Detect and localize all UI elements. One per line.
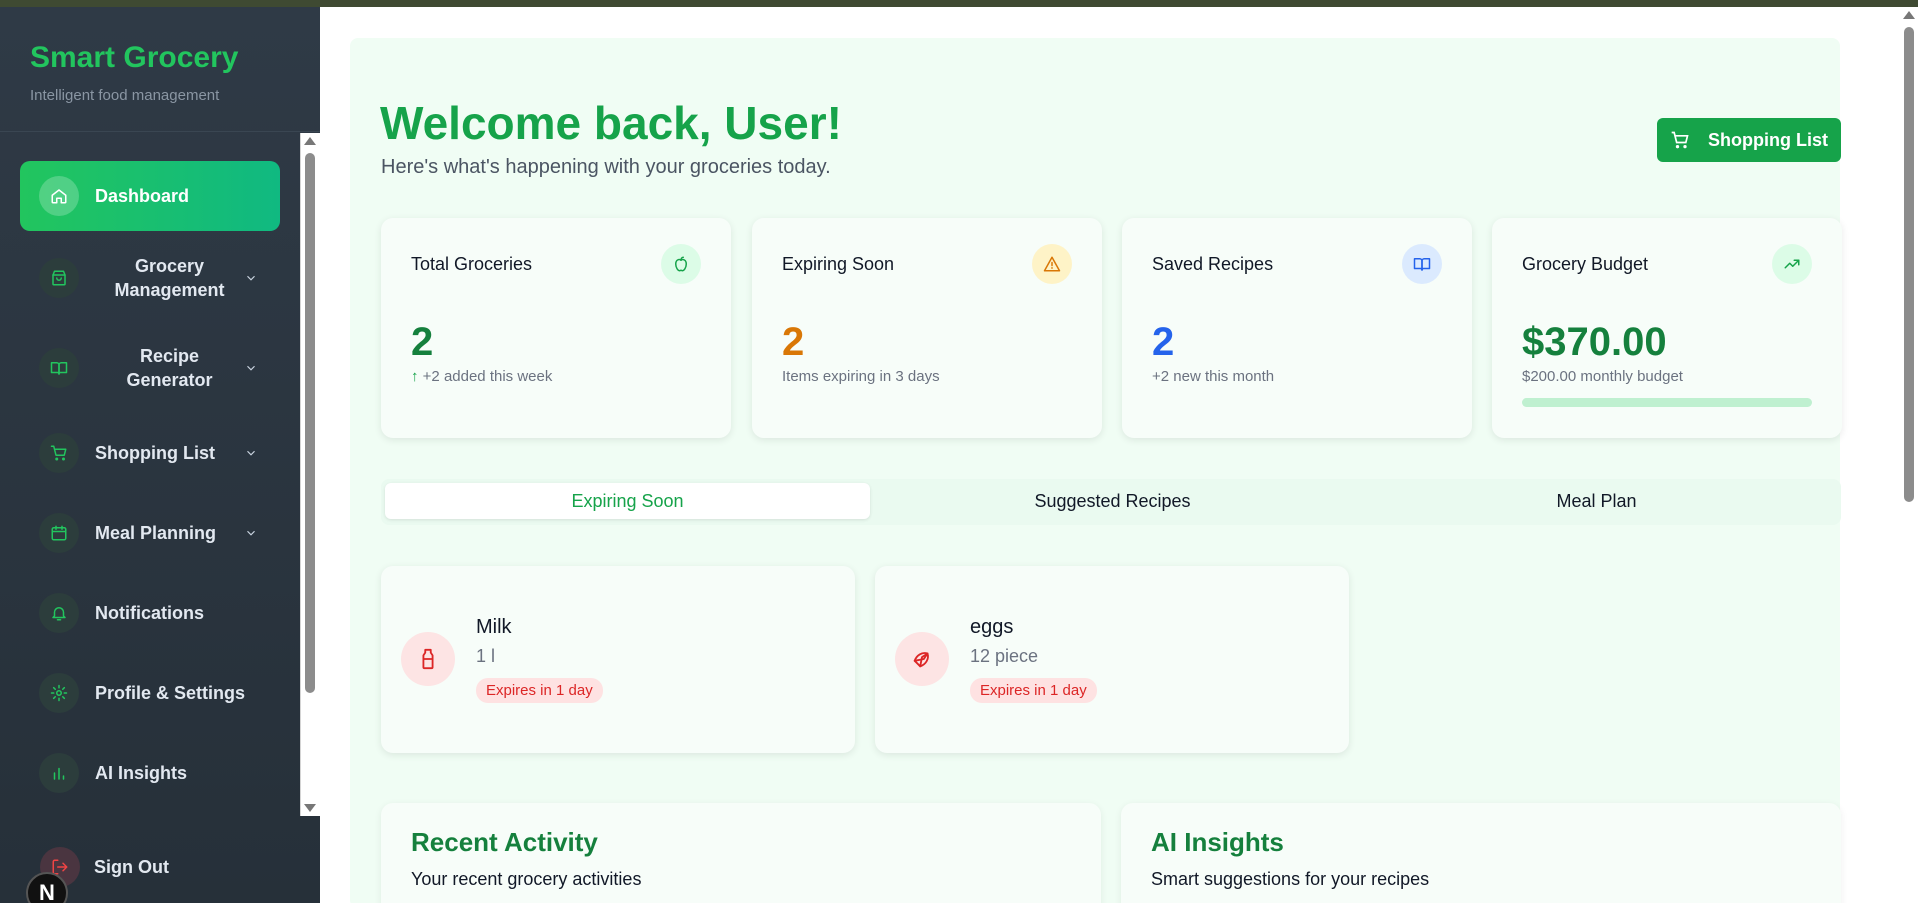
stat-title: Saved Recipes — [1152, 254, 1274, 274]
scroll-up-arrow[interactable] — [1903, 11, 1915, 19]
sidebar: Smart Grocery Intelligent food managemen… — [0, 7, 320, 903]
sidebar-item-recipe-generator[interactable]: Recipe Generator — [20, 333, 280, 403]
sidebar-item-ai-insights[interactable]: AI Insights — [20, 743, 280, 803]
stat-title: Total Groceries — [411, 254, 533, 274]
stat-note: Items expiring in 3 days — [782, 368, 940, 385]
trending-up-icon — [1772, 244, 1812, 284]
sidebar-item-label: Meal Planning — [95, 522, 217, 543]
sign-out-label: Sign Out — [94, 856, 169, 877]
chevron-down-icon[interactable] — [244, 526, 258, 540]
budget-progress-bar — [1522, 398, 1812, 407]
list-item[interactable]: Milk 1 l Expires in 1 day — [381, 566, 855, 753]
recent-activity-card: Recent Activity Your recent grocery acti… — [381, 803, 1101, 903]
bar-chart-icon — [39, 753, 79, 793]
section-subtitle: Smart suggestions for your recipes — [1151, 869, 1430, 889]
bell-icon — [39, 593, 79, 633]
section-title: Recent Activity — [411, 827, 598, 857]
dashboard-tabs: Expiring Soon Suggested Recipes Meal Pla… — [381, 479, 1841, 525]
stat-value: 2 — [1152, 320, 1175, 364]
page-subtitle: Here's what's happening with your grocer… — [381, 156, 831, 178]
arrow-up-icon: ↑ — [411, 368, 419, 385]
brand-title: Smart Grocery — [30, 41, 239, 74]
stat-title: Expiring Soon — [782, 254, 895, 274]
sidebar-item-label: Shopping List — [95, 442, 215, 463]
sidebar-item-label: Recipe Generator — [126, 346, 213, 390]
sidebar-item-label: Dashboard — [95, 185, 190, 206]
sidebar-item-label: Profile & Settings — [95, 682, 246, 703]
browser-top-strip — [0, 0, 1918, 7]
cart-icon — [39, 433, 79, 473]
page-title: Welcome back, User! — [380, 97, 842, 149]
sidebar-scrollbar[interactable] — [300, 133, 320, 816]
expiry-badge: Expires in 1 day — [476, 678, 603, 703]
calendar-icon — [39, 513, 79, 553]
item-name: Milk — [476, 616, 512, 638]
chevron-down-icon[interactable] — [244, 271, 258, 285]
sidebar-item-label: Notifications — [95, 602, 205, 623]
tab-suggested-recipes[interactable]: Suggested Recipes — [870, 483, 1355, 519]
scrollbar-thumb[interactable] — [305, 153, 315, 693]
expiry-badge: Expires in 1 day — [970, 678, 1097, 703]
sidebar-item-profile-settings[interactable]: Profile & Settings — [20, 663, 280, 723]
shopping-list-button-label: Shopping List — [1708, 129, 1828, 150]
sidebar-item-label: AI Insights — [95, 762, 188, 783]
main-scrollbar[interactable] — [1900, 7, 1918, 903]
stat-note: ↑ +2 added this week — [411, 368, 552, 385]
sidebar-item-shopping-list[interactable]: Shopping List — [20, 423, 280, 483]
croissant-icon — [895, 632, 949, 686]
brand-subtitle: Intelligent food management — [30, 87, 220, 104]
stat-card-total-groceries: Total Groceries 2 ↑ +2 added this week — [381, 218, 731, 438]
cart-icon — [1671, 131, 1689, 149]
section-subtitle: Your recent grocery activities — [411, 869, 642, 889]
chevron-down-icon[interactable] — [244, 446, 258, 460]
home-icon — [39, 176, 79, 216]
sidebar-nav: Dashboard Grocery Management Recipe Gene… — [0, 133, 300, 816]
stat-value: 2 — [411, 320, 434, 364]
stat-note: $200.00 monthly budget — [1522, 368, 1683, 385]
milk-bottle-icon — [401, 632, 455, 686]
tab-meal-plan[interactable]: Meal Plan — [1354, 483, 1839, 519]
gear-icon — [39, 673, 79, 713]
ai-insights-card: AI Insights Smart suggestions for your r… — [1121, 803, 1841, 903]
book-open-icon — [1402, 244, 1442, 284]
budget-progress-fill — [1522, 398, 1812, 407]
item-quantity: 12 piece — [970, 646, 1039, 666]
brand: Smart Grocery Intelligent food managemen… — [0, 7, 320, 132]
chevron-down-icon[interactable] — [244, 361, 258, 375]
book-icon — [39, 348, 79, 388]
scrollbar-thumb[interactable] — [1904, 27, 1914, 502]
section-title: AI Insights — [1151, 827, 1284, 857]
stat-note: +2 new this month — [1152, 368, 1275, 385]
sidebar-item-label: Grocery Management — [114, 256, 225, 300]
scroll-down-arrow[interactable] — [304, 804, 316, 812]
sidebar-item-meal-planning[interactable]: Meal Planning — [20, 503, 280, 563]
shopping-bag-icon — [39, 258, 79, 298]
item-quantity: 1 l — [476, 646, 496, 666]
sidebar-item-grocery-management[interactable]: Grocery Management — [20, 243, 280, 313]
stat-value: 2 — [782, 320, 805, 364]
stat-note-text: +2 added this week — [422, 368, 553, 385]
shopping-list-button[interactable]: Shopping List — [1657, 118, 1841, 162]
stat-card-grocery-budget: Grocery Budget $370.00 $200.00 monthly b… — [1492, 218, 1842, 438]
stat-card-saved-recipes: Saved Recipes 2 +2 new this month — [1122, 218, 1472, 438]
item-name: eggs — [970, 616, 1014, 638]
stat-card-expiring-soon: Expiring Soon 2 Items expiring in 3 days — [752, 218, 1102, 438]
scroll-up-arrow[interactable] — [304, 137, 316, 145]
list-item[interactable]: eggs 12 piece Expires in 1 day — [875, 566, 1349, 753]
tab-expiring-soon[interactable]: Expiring Soon — [385, 483, 870, 519]
stat-title: Grocery Budget — [1522, 254, 1649, 274]
sidebar-item-dashboard[interactable]: Dashboard — [20, 161, 280, 231]
apple-icon — [661, 244, 701, 284]
stat-value: $370.00 — [1522, 320, 1667, 364]
sidebar-item-notifications[interactable]: Notifications — [20, 583, 280, 643]
warning-icon — [1032, 244, 1072, 284]
